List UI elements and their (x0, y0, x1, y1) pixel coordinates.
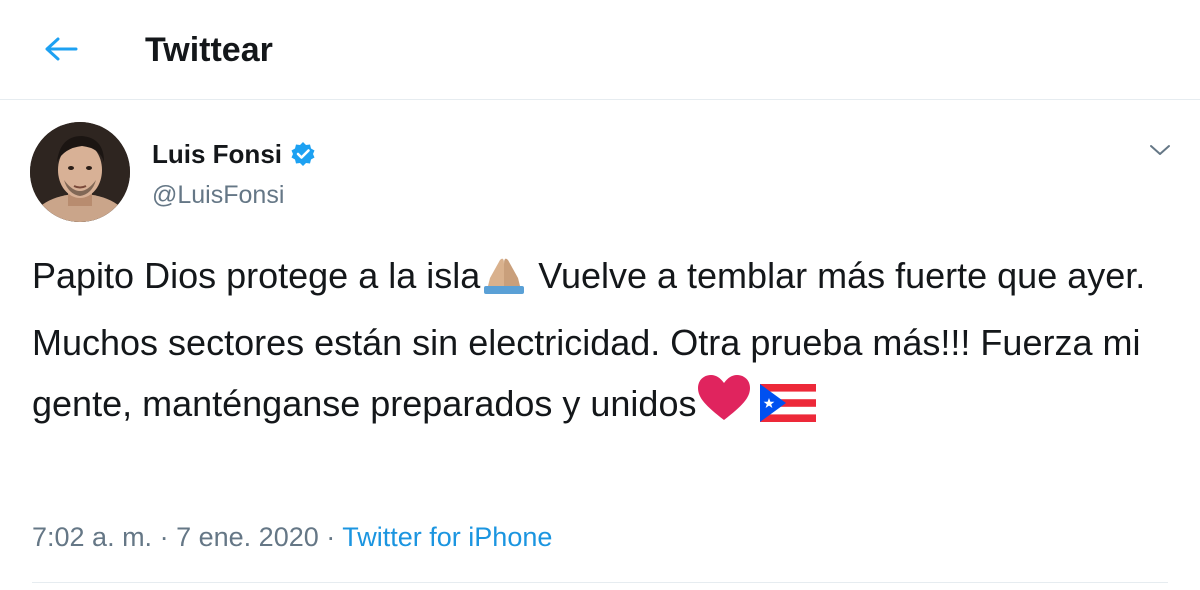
author-name[interactable]: Luis Fonsi (152, 138, 316, 170)
puerto-rico-flag-icon (760, 379, 817, 440)
verified-badge-icon (291, 142, 315, 166)
tweet-date[interactable]: 7 ene. 2020 (176, 522, 319, 552)
tweet-time[interactable]: 7:02 a. m. (32, 522, 152, 552)
top-bar: Twittear (0, 0, 1200, 100)
arrow-left-icon (45, 37, 78, 61)
page-title: Twittear (145, 31, 273, 69)
tweet-text-part-1: Papito Dios protege a la isla (32, 255, 481, 296)
tweet-source-link[interactable]: Twitter for iPhone (342, 522, 552, 552)
author-name-text: Luis Fonsi (152, 139, 282, 169)
tweet-metadata: 7:02 a. m. · 7 ene. 2020 · Twitter for i… (32, 520, 552, 554)
divider (32, 582, 1168, 583)
avatar[interactable] (30, 122, 130, 222)
folded-hands-icon (480, 251, 528, 312)
more-options-button[interactable] (1140, 130, 1180, 170)
meta-separator: · (326, 522, 336, 552)
red-heart-icon (696, 374, 752, 440)
tweet-text: Papito Dios protege a la isla Vuelve a t… (32, 245, 1182, 440)
tweet-card: Luis Fonsi @LuisFonsi Papito Dios proteg… (0, 100, 1200, 590)
avatar-photo (30, 122, 130, 222)
author-handle[interactable]: @LuisFonsi (152, 180, 284, 210)
back-button[interactable] (30, 22, 92, 76)
chevron-down-icon (1150, 145, 1170, 155)
meta-separator: · (159, 522, 169, 552)
